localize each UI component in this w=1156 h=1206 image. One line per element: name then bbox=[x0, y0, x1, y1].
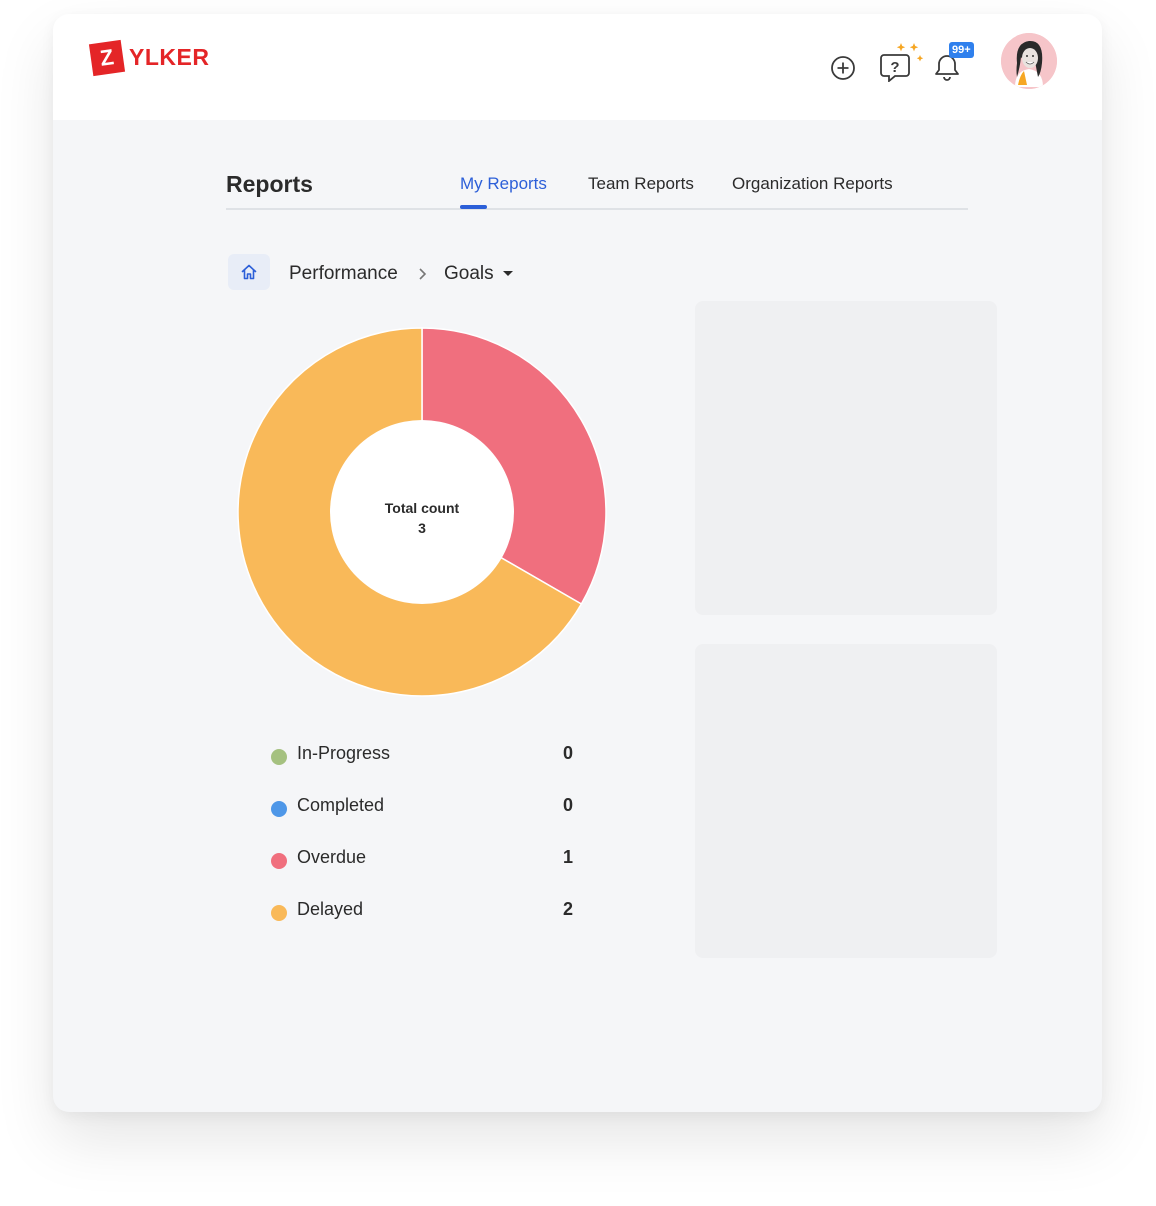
legend-item-delayed: Delayed 2 bbox=[271, 899, 573, 923]
legend-value: 0 bbox=[562, 743, 573, 763]
tab-team-reports[interactable]: Team Reports bbox=[588, 174, 694, 194]
report-placeholder-card bbox=[695, 301, 997, 615]
legend-dot bbox=[271, 801, 287, 817]
donut-center-value: 3 bbox=[418, 520, 426, 536]
report-placeholder-card bbox=[695, 644, 997, 958]
notification-badge: 99+ bbox=[949, 42, 974, 58]
breadcrumb-goals[interactable]: Goals bbox=[444, 263, 494, 285]
goals-donut-chart: Total count 3 bbox=[237, 327, 607, 697]
legend-dot bbox=[271, 749, 287, 765]
legend-item-in-progress: In-Progress 0 bbox=[271, 743, 573, 767]
ai-help-icon[interactable]: ? bbox=[879, 42, 927, 82]
tab-my-reports[interactable]: My Reports bbox=[460, 174, 547, 194]
breadcrumb-performance[interactable]: Performance bbox=[289, 263, 398, 285]
legend-value: 1 bbox=[562, 847, 573, 867]
page-title: Reports bbox=[226, 171, 313, 197]
donut-center-label: Total count bbox=[385, 500, 460, 516]
chevron-right-icon bbox=[419, 268, 427, 280]
legend-label: Overdue bbox=[297, 847, 367, 867]
logo-mark: Z bbox=[88, 39, 126, 77]
avatar[interactable] bbox=[1001, 33, 1057, 89]
legend-dot bbox=[271, 905, 287, 921]
legend-label: Delayed bbox=[297, 899, 364, 919]
legend-item-overdue: Overdue 1 bbox=[271, 847, 573, 871]
legend-item-completed: Completed 0 bbox=[271, 795, 573, 819]
logo-wordmark: YLKER bbox=[129, 44, 210, 70]
legend-value: 0 bbox=[562, 795, 573, 815]
legend-label: Completed bbox=[297, 795, 385, 815]
home-icon bbox=[241, 264, 257, 280]
plus-circle-icon[interactable] bbox=[829, 54, 857, 82]
caret-down-icon[interactable] bbox=[502, 270, 514, 278]
app-window: Z YLKER ? 99+ Reports My Reports Team Re… bbox=[53, 14, 1102, 1112]
tabs-divider bbox=[226, 208, 968, 210]
top-bar: Z YLKER ? 99+ bbox=[53, 14, 1102, 120]
tab-organization-reports[interactable]: Organization Reports bbox=[732, 174, 893, 194]
svg-text:?: ? bbox=[890, 59, 899, 76]
avatar-portrait bbox=[1001, 33, 1057, 89]
legend-label: In-Progress bbox=[297, 743, 391, 763]
active-tab-indicator bbox=[460, 205, 487, 209]
legend-value: 2 bbox=[562, 899, 573, 919]
breadcrumb-home-button[interactable] bbox=[228, 254, 270, 290]
legend-dot bbox=[271, 853, 287, 869]
